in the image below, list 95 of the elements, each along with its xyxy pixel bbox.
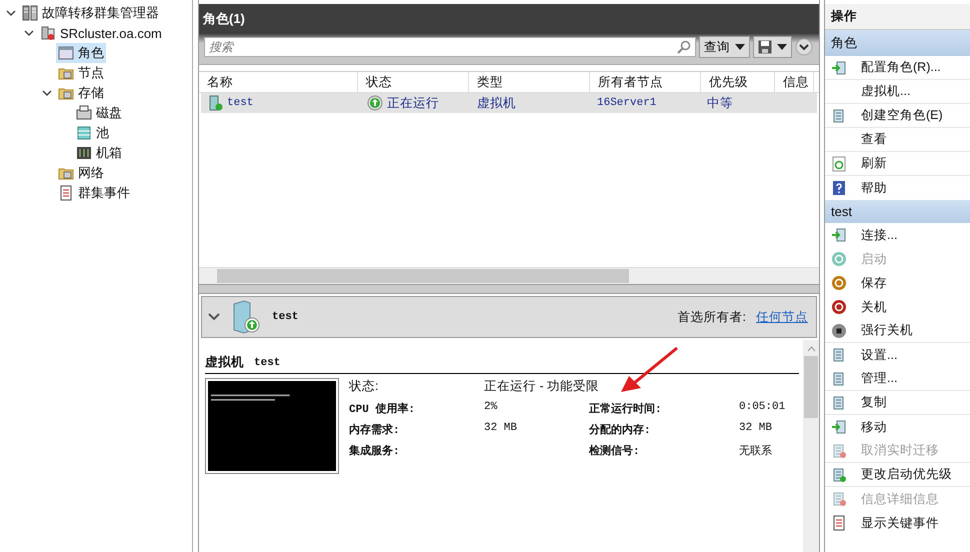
table-cell-text: 中等 — [706, 94, 734, 112]
server-icon — [831, 442, 847, 458]
field-label: 状态: — [349, 378, 380, 395]
caret-icon — [777, 44, 787, 50]
action-item[interactable]: 移动 — [861, 418, 887, 436]
search-icon[interactable] — [677, 40, 691, 54]
action-item[interactable]: 创建空角色(E) — [861, 107, 943, 124]
action-item[interactable]: 保存 — [861, 274, 887, 292]
storage-icon — [76, 145, 92, 161]
action-item[interactable]: 管理... — [861, 370, 898, 387]
storage-icon — [76, 125, 92, 141]
section-header[interactable]: 角色 — [825, 30, 970, 56]
tree-item[interactable]: 群集事件 — [56, 183, 132, 203]
caret-icon — [735, 44, 745, 50]
save-query-button[interactable] — [753, 36, 792, 58]
storage-icon — [76, 105, 92, 121]
action-item[interactable]: 关机 — [861, 298, 887, 316]
scrollbar[interactable] — [803, 340, 819, 552]
search-field[interactable]: 搜索 — [204, 37, 696, 57]
column-header[interactable]: 状态 — [358, 72, 469, 92]
action-item[interactable]: 刷新 — [861, 155, 887, 172]
tree-item[interactable]: 节点 — [56, 63, 106, 83]
action-item[interactable]: 配置角色(R)... — [861, 59, 941, 76]
field-label: 集成服务: — [349, 444, 401, 458]
server-icon — [40, 25, 56, 41]
server-icon — [831, 491, 847, 507]
section-title: 虚拟机 — [205, 354, 244, 371]
arrow-server-icon — [831, 419, 847, 435]
column-header[interactable]: 所有者节点 — [590, 72, 701, 92]
action-item[interactable]: 连接... — [861, 226, 898, 244]
help-icon — [831, 180, 847, 196]
section-header[interactable]: test — [825, 200, 970, 223]
running-icon — [367, 95, 383, 111]
tree-item[interactable]: 存储 — [56, 83, 106, 103]
field-label: CPU 使用率: — [349, 402, 416, 416]
caret-icon[interactable] — [6, 8, 16, 18]
field-value: 32 MB — [484, 422, 518, 436]
field-label: 分配的内存: — [589, 422, 652, 437]
role-name: test — [272, 311, 298, 323]
column-header[interactable]: 信息 — [775, 72, 814, 92]
pane-title: 角色(1) — [199, 4, 819, 34]
column-header[interactable]: 名称 — [199, 72, 358, 92]
action-item[interactable]: 显示关键事件 — [861, 514, 939, 532]
action-item[interactable]: 帮助 — [861, 180, 887, 196]
server-icon — [831, 466, 847, 482]
arrow-server-icon — [831, 227, 847, 243]
event-log-icon — [58, 185, 74, 201]
preferred-owners-label: 首选所有者: — [678, 308, 746, 326]
table-cell: 正在运行 — [387, 94, 439, 112]
table-cell-text: 虚拟机 — [476, 94, 517, 112]
expand-icon[interactable] — [795, 38, 813, 56]
power-icon — [831, 251, 847, 267]
section-title: test — [254, 356, 280, 368]
preferred-owners-link[interactable]: 任何节点 — [756, 308, 808, 326]
field-label: 内存需求: — [349, 422, 401, 437]
field-value: 32 MB — [739, 422, 774, 436]
scrollbar[interactable] — [199, 267, 819, 284]
tree-item[interactable]: 池 — [74, 123, 111, 143]
tree-item[interactable]: SRcluster.oa.com — [38, 24, 164, 42]
tree-item[interactable]: 机箱 — [74, 143, 124, 163]
server-icon — [22, 5, 38, 21]
table-cell-text: 16Server1 — [596, 97, 658, 109]
action-item[interactable]: 复制 — [861, 394, 887, 411]
field-label: 检测信号: — [589, 444, 641, 458]
action-item[interactable]: 虚拟机... — [861, 83, 910, 100]
window-icon — [58, 45, 74, 61]
table-row[interactable]: test 正在运行 虚拟机 16Server1 中等 — [201, 93, 817, 113]
collapse-icon[interactable] — [208, 313, 220, 321]
field-value: 0:05:01 — [739, 401, 786, 415]
power-icon — [831, 275, 847, 291]
actions-title: 操作 — [825, 4, 970, 30]
server-icon — [209, 95, 223, 111]
caret-icon[interactable] — [42, 88, 52, 98]
table-cell: test — [227, 97, 254, 109]
power-icon — [831, 299, 847, 315]
action-item[interactable]: 更改启动优先级 — [861, 466, 952, 483]
action-item[interactable]: 设置... — [861, 346, 898, 364]
column-header[interactable]: 类型 — [469, 72, 590, 92]
power-icon — [831, 322, 847, 338]
tree-item[interactable]: 网络 — [56, 163, 106, 183]
action-item[interactable]: 查看 — [861, 131, 887, 148]
tree-item[interactable]: 磁盘 — [74, 103, 124, 123]
column-header[interactable]: 优先级 — [701, 72, 775, 92]
arrow-server-icon — [831, 60, 847, 76]
caret-icon[interactable] — [24, 28, 34, 38]
field-value: 2% — [484, 401, 498, 415]
field-label: 正常运行时间: — [589, 402, 663, 416]
field-value: 无联系 — [739, 444, 773, 458]
query-button[interactable]: 查询 — [699, 36, 750, 58]
field-value: 正在运行 - 功能受限 — [484, 378, 600, 395]
tree-item[interactable]: 角色 — [56, 43, 106, 63]
refresh-icon — [831, 156, 847, 172]
action-item[interactable]: 强行关机 — [861, 322, 913, 339]
event-log-icon — [831, 515, 847, 531]
tree-item[interactable]: 故障转移群集管理器 — [20, 3, 161, 23]
